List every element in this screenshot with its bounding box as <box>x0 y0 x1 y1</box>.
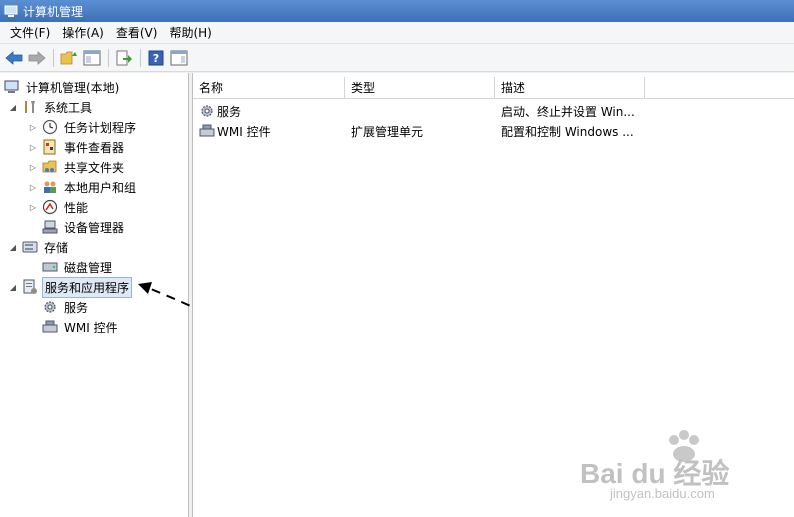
tree-item-label: WMI 控件 <box>64 320 118 335</box>
tree-item-local-users[interactable]: ▷ 本地用户和组 <box>28 177 138 197</box>
clock-icon <box>42 119 58 135</box>
wmi-control-icon <box>42 319 58 335</box>
expand-arrow-icon[interactable]: ▷ <box>28 142 38 152</box>
tree-item-label: 本地用户和组 <box>64 180 137 195</box>
expand-arrow-icon[interactable]: ▷ <box>28 202 38 212</box>
toolbar-separator <box>53 48 54 67</box>
tree-item-label: 服务和应用程序 <box>42 276 133 298</box>
forward-button[interactable] <box>26 47 48 69</box>
tree-item-wmi-control[interactable]: WMI 控件 <box>42 317 120 337</box>
tree-item-device-manager[interactable]: 设备管理器 <box>42 217 126 237</box>
window-title: 计算机管理 <box>23 4 84 19</box>
cell-type: 扩展管理单元 <box>351 125 424 139</box>
watermark-url: jingyan.baidu.com <box>610 486 715 501</box>
toolbar: ? <box>0 44 794 72</box>
toolbar-separator <box>108 48 109 67</box>
collapse-arrow-icon[interactable]: ◢ <box>8 242 18 252</box>
disk-icon <box>42 259 58 275</box>
up-folder-icon <box>60 51 77 64</box>
svg-text:?: ? <box>153 52 159 65</box>
cell-description: 配置和控制 Windows ... <box>501 125 634 139</box>
performance-icon <box>42 199 58 215</box>
help-button[interactable]: ? <box>145 47 167 69</box>
title-bar: 计算机管理 <box>0 0 794 22</box>
tree-item-services-and-applications[interactable]: ◢ 服务和应用程序 <box>8 276 133 298</box>
menu-bar: 文件(F) 操作(A) 查看(V) 帮助(H) <box>0 22 794 44</box>
wmi-control-icon <box>199 124 215 137</box>
cell-description: 启动、终止并设置 Win... <box>501 105 635 119</box>
tree-item-label: 事件查看器 <box>64 140 125 155</box>
services-applications-icon <box>22 279 38 295</box>
collapse-arrow-icon[interactable]: ◢ <box>8 102 18 112</box>
show-hide-tree-icon <box>83 50 101 65</box>
tree-item-label: 设备管理器 <box>64 220 125 235</box>
back-arrow-icon <box>5 50 23 65</box>
menu-action[interactable]: 操作(A) <box>56 22 110 44</box>
tree-item-performance[interactable]: ▷ 性能 <box>28 197 90 217</box>
tree-item-shared-folders[interactable]: ▷ 共享文件夹 <box>28 157 126 177</box>
show-hide-action-pane-button[interactable] <box>168 47 190 69</box>
tree-item-storage[interactable]: ◢ 存储 <box>8 237 70 257</box>
tree-item-task-scheduler[interactable]: ▷ 任务计划程序 <box>28 117 138 137</box>
column-header-name[interactable]: 名称 <box>193 77 345 99</box>
tree-item-label: 服务 <box>64 300 89 315</box>
computer-management-icon <box>4 79 20 95</box>
event-viewer-icon <box>42 139 58 155</box>
show-hide-tree-button[interactable] <box>81 47 103 69</box>
menu-view[interactable]: 查看(V) <box>110 22 164 44</box>
expand-arrow-icon[interactable]: ▷ <box>28 122 38 132</box>
tree-item-root[interactable]: 计算机管理(本地) <box>4 77 121 97</box>
column-header-type[interactable]: 类型 <box>345 77 495 99</box>
tree-item-label: 磁盘管理 <box>64 260 113 275</box>
list-item-wmi-control[interactable]: WMI 控件 扩展管理单元 配置和控制 Windows ... <box>197 121 793 141</box>
tree-item-label: 系统工具 <box>44 100 93 115</box>
export-list-button[interactable] <box>113 47 135 69</box>
tree-item-label: 共享文件夹 <box>64 160 125 175</box>
tools-icon <box>22 99 38 115</box>
computer-management-icon <box>4 5 18 17</box>
device-manager-icon <box>42 219 58 235</box>
tree-item-label: 性能 <box>64 200 89 215</box>
shared-folder-icon <box>42 159 58 175</box>
up-one-level-button[interactable] <box>58 47 80 69</box>
list-item-services[interactable]: 服务 启动、终止并设置 Win... <box>197 101 793 121</box>
gear-icon <box>201 105 213 117</box>
menu-file[interactable]: 文件(F) <box>4 22 56 44</box>
tree-item-event-viewer[interactable]: ▷ 事件查看器 <box>28 137 126 157</box>
gear-icon <box>42 299 58 315</box>
show-hide-action-pane-icon <box>170 50 188 65</box>
users-icon <box>42 179 58 195</box>
tree-item-label: 存储 <box>44 240 69 255</box>
column-header-description[interactable]: 描述 <box>495 77 645 99</box>
collapse-arrow-icon[interactable]: ◢ <box>8 282 18 292</box>
tree-item-system-tools[interactable]: ◢ 系统工具 <box>8 97 94 117</box>
column-header-empty <box>645 77 794 99</box>
baidu-jingyan-watermark: Bai du 经验 jingyan.baidu.com <box>580 430 780 505</box>
expand-arrow-icon[interactable]: ▷ <box>28 162 38 172</box>
expand-arrow-icon[interactable]: ▷ <box>28 182 38 192</box>
cell-name: WMI 控件 <box>217 125 271 139</box>
export-list-icon <box>116 50 132 65</box>
storage-icon <box>22 239 38 255</box>
back-button[interactable] <box>3 47 25 69</box>
tree-item-services[interactable]: 服务 <box>42 297 90 317</box>
tree-item-label: 任务计划程序 <box>64 120 137 135</box>
menu-help[interactable]: 帮助(H) <box>163 22 217 44</box>
help-icon: ? <box>148 50 164 65</box>
tree-item-label: 计算机管理(本地) <box>26 80 120 95</box>
tree-item-disk-management[interactable]: 磁盘管理 <box>42 257 114 277</box>
cell-name: 服务 <box>217 105 242 119</box>
toolbar-separator <box>140 48 141 67</box>
forward-arrow-icon <box>28 50 46 65</box>
navigation-tree[interactable]: 计算机管理(本地) ◢ 系统工具 ▷ 任务计划程序 ▷ 事件查看器 ▷ 共享文件… <box>0 73 276 517</box>
